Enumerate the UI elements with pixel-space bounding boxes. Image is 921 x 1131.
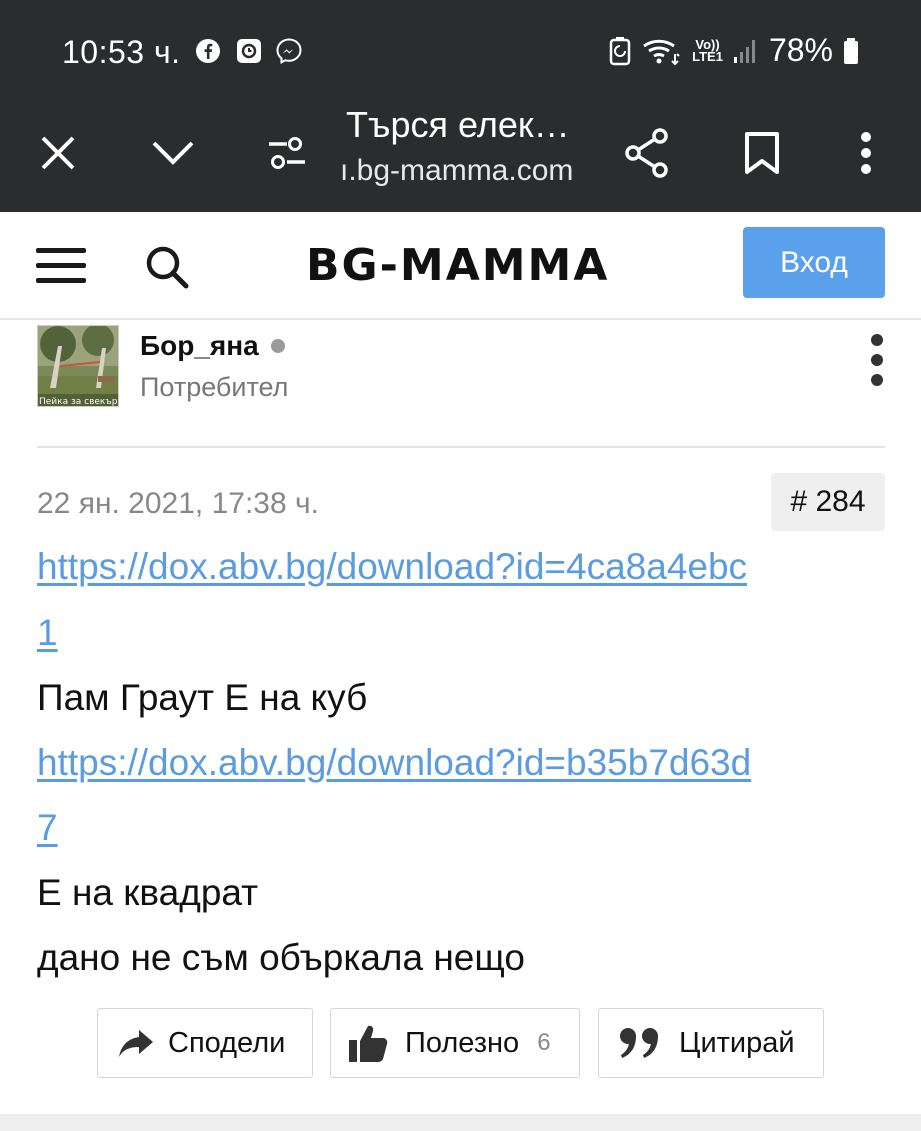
post-text-line: Е на квадрат — [37, 872, 259, 913]
share-icon — [625, 128, 668, 178]
login-button[interactable]: Вход — [743, 227, 885, 298]
more-vert-icon-dot — [871, 354, 883, 366]
user-role: Потребител — [140, 372, 289, 402]
close-icon — [41, 136, 75, 170]
username[interactable]: Бор_яна — [140, 330, 259, 362]
close-tab-button[interactable] — [23, 118, 93, 188]
more-options-button[interactable] — [831, 118, 901, 188]
battery-percent: 78% — [768, 32, 833, 68]
avatar-image: Пейка за свекърви — [38, 326, 119, 407]
post-date: 22 ян. 2021, 17:38 ч. — [37, 487, 319, 520]
site-header: BG-MAMMA Вход — [0, 212, 921, 320]
page-settings-button[interactable] — [252, 118, 322, 188]
status-right-group: Vo)) LTE1 78% — [608, 32, 859, 69]
bookmark-icon — [745, 132, 779, 174]
post-number[interactable]: # 284 — [771, 473, 885, 531]
status-time: 10:53 ч. — [62, 34, 181, 70]
download-link[interactable]: https://dox.abv.bg/download?id=b35b7d63d — [37, 742, 751, 784]
useful-label: Полезно — [405, 1026, 520, 1059]
minimize-button[interactable] — [138, 118, 208, 188]
menu-icon-bar — [36, 278, 86, 283]
share-label: Сподели — [168, 1026, 286, 1059]
page-url[interactable]: ı.bg-mamma.com — [340, 154, 590, 188]
quote-label: Цитирай — [679, 1026, 795, 1059]
download-link[interactable]: https://dox.abv.bg/download?id=4ca8a4ebc — [37, 546, 747, 588]
menu-icon-bar — [36, 248, 86, 253]
share-arrow-icon — [119, 1030, 153, 1057]
battery-icon — [844, 37, 858, 64]
signal-icon — [733, 39, 755, 63]
quote-button[interactable]: Цитирай — [598, 1008, 824, 1078]
battery-saver-icon — [609, 36, 631, 65]
site-logo[interactable]: BG-MAMMA — [306, 240, 609, 291]
post-options-button[interactable] — [860, 334, 894, 386]
useful-button[interactable]: Полезно 6 — [330, 1008, 580, 1078]
menu-icon-bar — [36, 263, 86, 268]
avatar-caption: Пейка за свекърви — [39, 397, 119, 407]
status-bar: 10:53 ч. Vo)) LTE1 78% — [0, 0, 921, 100]
facebook-icon — [196, 39, 220, 63]
online-status-dot — [270, 339, 285, 353]
post-text-line: дано не съм объркала нещо — [37, 937, 525, 978]
bookmark-button[interactable] — [727, 118, 797, 188]
thumbs-up-icon — [349, 1025, 388, 1062]
page-title: Търся елек… — [346, 104, 570, 145]
page-settings-icon — [269, 137, 305, 169]
footer-strip — [0, 1114, 921, 1131]
useful-count: 6 — [537, 1029, 551, 1056]
divider — [37, 446, 885, 448]
more-vert-icon — [861, 132, 871, 174]
chevron-down-icon — [152, 141, 194, 165]
wifi-icon — [643, 39, 680, 65]
avatar[interactable]: Пейка за свекърви — [37, 325, 119, 407]
network-label: LTE1 — [692, 48, 723, 64]
browser-toolbar: Търся елек… ı.bg-mamma.com — [0, 100, 921, 212]
share-post-button[interactable]: Сподели — [97, 1008, 313, 1078]
messenger-icon — [276, 38, 302, 64]
download-link-continuation[interactable]: 7 — [37, 807, 58, 849]
more-vert-icon-dot — [871, 374, 883, 386]
post-author[interactable]: Бор_яна — [140, 330, 285, 362]
search-icon[interactable] — [144, 244, 190, 290]
quote-icon — [620, 1028, 658, 1058]
post-text-line: Пам Граут Е на куб — [37, 677, 368, 718]
menu-button[interactable] — [36, 248, 86, 288]
share-button[interactable] — [612, 118, 682, 188]
more-vert-icon-dot — [871, 334, 883, 346]
download-link-continuation[interactable]: 1 — [37, 612, 58, 654]
clock-app-icon — [237, 39, 261, 63]
volte-indicator: Vo)) LTE1 — [692, 38, 723, 64]
